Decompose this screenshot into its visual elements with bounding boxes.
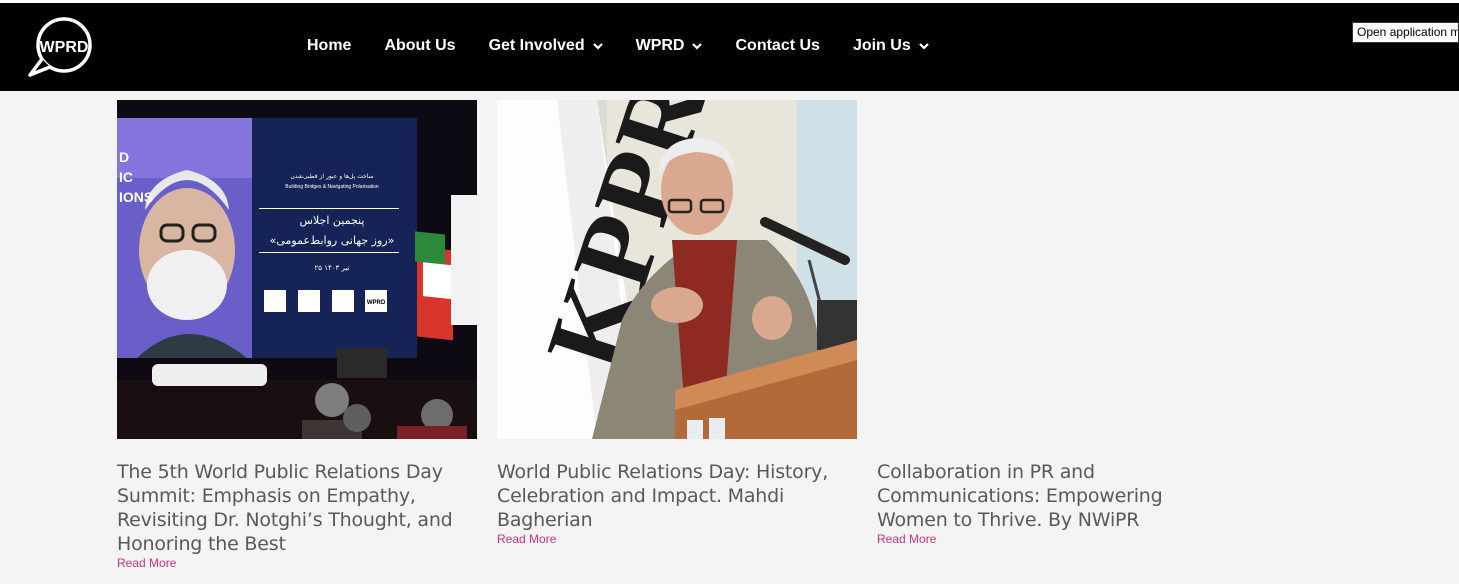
- nav-get-involved[interactable]: Get Involved: [489, 37, 603, 55]
- post-thumbnail[interactable]: [877, 100, 1237, 439]
- read-more-link[interactable]: Read More: [117, 556, 477, 570]
- nav-get-involved-label: Get Involved: [488, 37, 585, 54]
- post-title[interactable]: Collaboration in PR and Communications: …: [877, 460, 1227, 532]
- tooltip: Open application m: [1352, 22, 1459, 43]
- read-more-link[interactable]: Read More: [497, 532, 857, 546]
- main-nav: Home About Us Get Involved WPRD Contact …: [307, 37, 929, 55]
- nav-join-us-label: Join Us: [852, 37, 911, 54]
- nav-home[interactable]: Home: [307, 37, 351, 55]
- nav-contact-us[interactable]: Contact Us: [735, 37, 819, 55]
- post-title[interactable]: World Public Relations Day: History, Cel…: [497, 460, 847, 532]
- logo-text: WPRD: [40, 39, 89, 56]
- nav-about-us-label: About Us: [384, 37, 456, 54]
- screen-subtitle-en: Building Bridges & Navigating Polarisati…: [285, 184, 379, 190]
- nav-join-us[interactable]: Join Us: [853, 37, 929, 55]
- nav-about-us[interactable]: About Us: [384, 37, 455, 55]
- post-title[interactable]: The 5th World Public Relations Day Summi…: [117, 460, 467, 556]
- chevron-down-icon: [592, 42, 603, 50]
- screen-heading-fa: پنجمین اجلاس: [300, 214, 365, 227]
- post-thumbnail[interactable]: KPPR: [497, 100, 857, 439]
- nav-wprd-label: WPRD: [635, 37, 685, 54]
- screen-subtitle-fa: ساخت پل‌ها و عبور از قطبی‌شدن: [290, 173, 373, 180]
- nav-contact-us-label: Contact Us: [735, 37, 820, 54]
- post-card: Collaboration in PR and Communications: …: [877, 100, 1237, 546]
- nav-wprd[interactable]: WPRD: [636, 37, 703, 55]
- chevron-down-icon: [692, 42, 703, 50]
- site-header: WPRD Home About Us Get Involved WPRD Con…: [0, 3, 1459, 91]
- chevron-down-icon: [918, 42, 929, 50]
- nav-home-label: Home: [307, 37, 352, 54]
- post-thumbnail[interactable]: D IC IONS ساخت پل‌ها و عبور از قطبی‌شدن Bu…: [117, 100, 477, 439]
- wprd-logo[interactable]: WPRD: [26, 17, 98, 79]
- post-card: D IC IONS ساخت پل‌ها و عبور از قطبی‌شدن Bu…: [117, 100, 477, 570]
- screen-title-fa: «روز جهانی روابط‌عمومی»: [270, 234, 395, 247]
- read-more-link[interactable]: Read More: [877, 532, 1237, 546]
- post-card: KPPR World Public Relations Day: History…: [497, 100, 857, 546]
- screen-date-fa: ۲۵ تیر ۱۴۰۳: [315, 264, 350, 272]
- screen-logo-text: WPRD: [367, 300, 386, 306]
